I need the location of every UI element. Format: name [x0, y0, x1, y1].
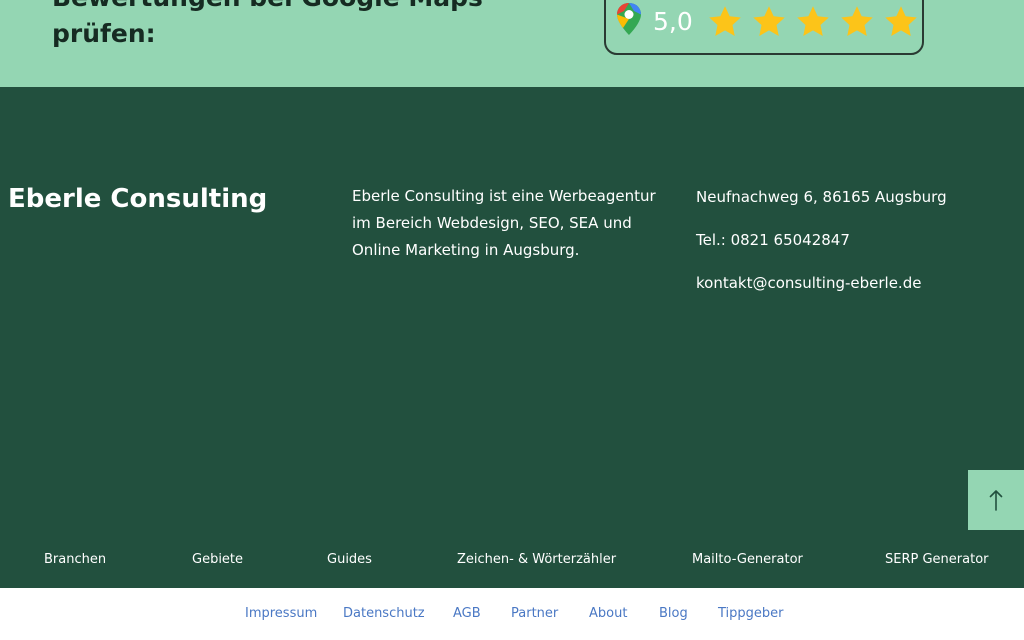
footer-about-text: Eberle Consulting ist eine Werbeagentur …: [352, 187, 656, 259]
footer-address: Neufnachweg 6, 86165 Augsburg: [696, 188, 947, 206]
footer-nav-serp-generator[interactable]: SERP Generator: [885, 552, 989, 568]
footer-nav-branchen[interactable]: Branchen: [44, 552, 106, 568]
rating-stars: [706, 4, 920, 40]
footer-nav-word-counter[interactable]: Zeichen- & Wörterzähler: [457, 552, 616, 568]
footer-phone-link[interactable]: Tel.: 0821 65042847: [696, 230, 850, 250]
footer-nav-mailto-generator[interactable]: Mailto-Generator: [692, 552, 803, 568]
star-icon: [797, 6, 829, 36]
legal-link-agb[interactable]: AGB: [453, 606, 481, 622]
scroll-to-top-button[interactable]: [968, 470, 1024, 530]
reviews-heading: Bewertungen bei Google Maps prüfen:: [52, 0, 483, 48]
reviews-section: Bewertungen bei Google Maps prüfen: 5,0: [0, 0, 1024, 87]
footer-nav-gebiete[interactable]: Gebiete: [192, 552, 243, 568]
star-icon: [709, 6, 741, 36]
legal-link-about[interactable]: About: [589, 606, 627, 622]
footer-email-link[interactable]: kontakt@consulting-eberle.de: [696, 273, 921, 293]
rating-value: 5,0: [653, 7, 693, 36]
footer-brand: Eberle Consulting: [8, 184, 268, 214]
legal-link-partner[interactable]: Partner: [511, 606, 558, 622]
star-icon: [753, 6, 785, 36]
legal-bar: Impressum Datenschutz AGB Partner About …: [0, 588, 1024, 640]
star-icon: [841, 6, 873, 36]
star-icon: [885, 6, 917, 36]
legal-link-tippgeber[interactable]: Tippgeber: [718, 606, 784, 622]
footer-nav-guides[interactable]: Guides: [327, 552, 372, 568]
legal-link-datenschutz[interactable]: Datenschutz: [343, 606, 425, 622]
arrow-up-icon: [989, 490, 1003, 511]
site-footer: Eberle Consulting Eberle Consulting ist …: [0, 87, 1024, 588]
google-rating-badge[interactable]: 5,0: [604, 0, 924, 55]
legal-link-blog[interactable]: Blog: [659, 606, 688, 622]
google-maps-pin-icon: [617, 3, 641, 35]
legal-link-impressum[interactable]: Impressum: [245, 606, 317, 622]
